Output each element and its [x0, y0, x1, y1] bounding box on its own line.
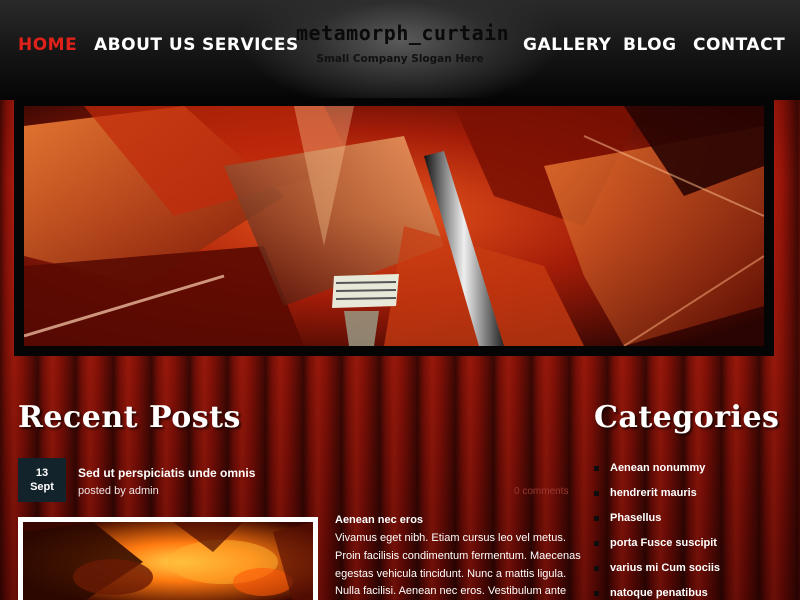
post-excerpt-line: Proin facilisis condimentum fermentum. M… — [335, 550, 581, 562]
nav-gallery[interactable]: GALLERY — [523, 35, 611, 55]
category-link[interactable]: Phasellus — [610, 512, 661, 524]
category-item: varius mi Cum sociis — [594, 562, 720, 587]
bullet-icon — [594, 566, 599, 571]
nav-home[interactable]: HOME — [18, 35, 77, 55]
post-date-badge: 13 Sept — [18, 458, 66, 502]
categories-list: Aenean nonummy hendrerit mauris Phasellu… — [594, 462, 720, 600]
logo-slogan: Small Company Slogan Here — [316, 53, 484, 65]
post-excerpt-line: egestas vehicula tincidunt. Nunc a matti… — [335, 568, 567, 580]
categories-heading: Categories — [594, 400, 780, 435]
post-image-frame[interactable] — [18, 517, 318, 600]
post-excerpt-line: Nulla facilisi. Aenean nec eros. Vestibu… — [335, 585, 567, 597]
bullet-icon — [594, 491, 599, 496]
category-link[interactable]: hendrerit mauris — [610, 487, 697, 499]
category-item: Aenean nonummy — [594, 462, 720, 487]
category-item: Phasellus — [594, 512, 720, 537]
nav-services[interactable]: SERVICES — [202, 35, 299, 55]
bullet-icon — [594, 516, 599, 521]
bullet-icon — [594, 591, 599, 596]
category-item: natoque penatibus — [594, 587, 720, 600]
category-item: hendrerit mauris — [594, 487, 720, 512]
nav-blog[interactable]: BLOG — [623, 35, 677, 55]
category-link[interactable]: porta Fusce suscipit — [610, 537, 717, 549]
post-date-day: 13 — [35, 467, 49, 479]
recent-posts-heading: Recent Posts — [18, 400, 241, 435]
bullet-icon — [594, 466, 599, 471]
post-author: posted by admin — [78, 485, 159, 497]
post-date-month: Sept — [30, 481, 54, 493]
category-link[interactable]: varius mi Cum sociis — [610, 562, 720, 574]
site-header: HOME ABOUT US SERVICES metamorph_curtain… — [0, 0, 800, 100]
logo-title[interactable]: metamorph_curtain — [296, 21, 509, 45]
category-link[interactable]: Aenean nonummy — [610, 462, 705, 474]
category-item: porta Fusce suscipit — [594, 537, 720, 562]
nav-contact[interactable]: CONTACT — [693, 35, 785, 55]
bullet-icon — [594, 541, 599, 546]
banner-image — [24, 106, 764, 346]
post-excerpt-title: Aenean nec eros — [335, 514, 424, 526]
post-comments-link[interactable]: 0 comments — [514, 486, 568, 497]
nav-about-us[interactable]: ABOUT US — [94, 35, 196, 55]
post-excerpt-line: Vivamus eget nibh. Etiam cursus leo vel … — [335, 532, 566, 544]
post-title-link[interactable]: Sed ut perspiciatis unde omnis — [78, 466, 255, 480]
category-link[interactable]: natoque penatibus — [610, 587, 708, 599]
post-image[interactable] — [23, 522, 313, 600]
